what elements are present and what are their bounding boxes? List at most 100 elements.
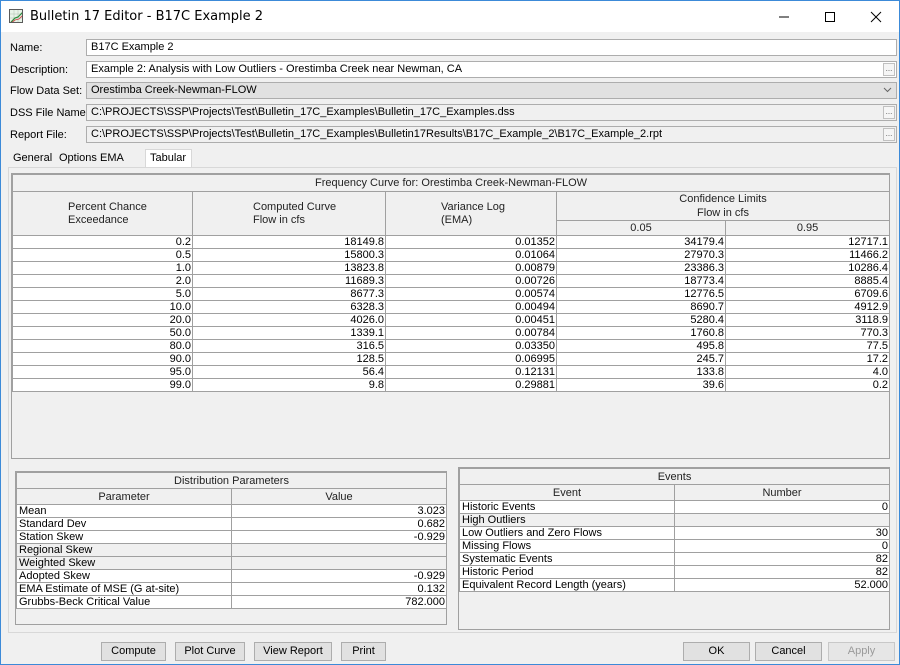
dss-file-input[interactable]: C:\PROJECTS\SSP\Projects\Test\Bulletin_1… xyxy=(86,104,897,121)
parameter-value[interactable]: -0.929 xyxy=(231,530,447,544)
minimize-button[interactable] xyxy=(761,1,807,32)
cell-var[interactable]: 0.03350 xyxy=(385,339,557,353)
parameter-value[interactable] xyxy=(231,543,447,557)
cell-pct[interactable]: 80.0 xyxy=(12,339,193,353)
cell-c05[interactable]: 245.7 xyxy=(556,352,726,366)
frequency-table-row[interactable]: 20.0 4026.0 0.00451 5280.4 3118.9 xyxy=(12,313,891,327)
events-row[interactable]: Equivalent Record Length (years) 52.000 xyxy=(459,578,891,592)
cell-pct[interactable]: 10.0 xyxy=(12,300,193,314)
distribution-row[interactable]: EMA Estimate of MSE (G at-site) 0.132 xyxy=(16,582,447,596)
cell-c05[interactable]: 133.8 xyxy=(556,365,726,379)
cell-var[interactable]: 0.01352 xyxy=(385,235,557,249)
maximize-button[interactable] xyxy=(807,1,853,32)
name-input[interactable]: B17C Example 2 xyxy=(86,39,897,56)
cell-pct[interactable]: 1.0 xyxy=(12,261,193,275)
cell-var[interactable]: 0.00451 xyxy=(385,313,557,327)
tab-tabular-results[interactable]: Tabular Results xyxy=(145,149,192,180)
description-browse-button[interactable]: ... xyxy=(883,63,895,76)
cell-c05[interactable]: 18773.4 xyxy=(556,274,726,288)
distribution-row[interactable]: Regional Skew xyxy=(16,543,447,557)
cell-var[interactable]: 0.29881 xyxy=(385,378,557,392)
frequency-table-row[interactable]: 80.0 316.5 0.03350 495.8 77.5 xyxy=(12,339,891,353)
distribution-row[interactable]: Adopted Skew -0.929 xyxy=(16,569,447,583)
flow-data-set-select[interactable]: Orestimba Creek-Newman-FLOW xyxy=(86,82,897,99)
distribution-row[interactable]: Grubbs-Beck Critical Value 782.000 xyxy=(16,595,447,609)
cell-c95[interactable]: 10286.4 xyxy=(724,261,891,275)
cell-c05[interactable]: 39.6 xyxy=(556,378,726,392)
events-row[interactable]: Systematic Events 82 xyxy=(459,552,891,566)
cell-c95[interactable]: 77.5 xyxy=(724,339,891,353)
close-button[interactable] xyxy=(853,1,899,32)
cell-c95[interactable]: 0.2 xyxy=(724,378,891,392)
col-variance-log[interactable]: Variance Log (EMA) xyxy=(385,191,557,236)
cell-flow[interactable]: 9.8 xyxy=(192,378,386,392)
description-input[interactable]: Example 2: Analysis with Low Outliers - … xyxy=(86,61,897,78)
frequency-table-row[interactable]: 10.0 6328.3 0.00494 8690.7 4912.9 xyxy=(12,300,891,314)
event-number[interactable]: 0 xyxy=(673,500,891,514)
col-value[interactable]: Value xyxy=(231,488,447,505)
cell-var[interactable]: 0.06995 xyxy=(385,352,557,366)
cell-c95[interactable]: 3118.9 xyxy=(724,313,891,327)
cell-var[interactable]: 0.00879 xyxy=(385,261,557,275)
cell-c05[interactable]: 23386.3 xyxy=(556,261,726,275)
cell-flow[interactable]: 6328.3 xyxy=(192,300,386,314)
distribution-row[interactable]: Mean 3.023 xyxy=(16,504,447,518)
cell-flow[interactable]: 1339.1 xyxy=(192,326,386,340)
cell-flow[interactable]: 18149.8 xyxy=(192,235,386,249)
parameter-value[interactable]: 782.000 xyxy=(231,595,447,609)
events-row[interactable]: High Outliers xyxy=(459,513,891,527)
events-row[interactable]: Low Outliers and Zero Flows 30 xyxy=(459,526,891,540)
cell-c95[interactable]: 4.0 xyxy=(724,365,891,379)
cell-c05[interactable]: 1760.8 xyxy=(556,326,726,340)
print-button[interactable]: Print xyxy=(341,642,386,661)
cell-flow[interactable]: 316.5 xyxy=(192,339,386,353)
parameter-value[interactable] xyxy=(231,556,447,570)
frequency-table-row[interactable]: 95.0 56.4 0.12131 133.8 4.0 xyxy=(12,365,891,379)
event-number[interactable]: 0 xyxy=(673,539,891,553)
cell-c95[interactable]: 8885.4 xyxy=(724,274,891,288)
view-report-button[interactable]: View Report xyxy=(254,642,332,661)
event-number[interactable]: 82 xyxy=(673,552,891,566)
events-row[interactable]: Historic Events 0 xyxy=(459,500,891,514)
frequency-table-row[interactable]: 0.5 15800.3 0.01064 27970.3 11466.2 xyxy=(12,248,891,262)
cell-flow[interactable]: 128.5 xyxy=(192,352,386,366)
col-confidence-005[interactable]: 0.05 xyxy=(556,220,726,236)
cell-var[interactable]: 0.01064 xyxy=(385,248,557,262)
cell-c05[interactable]: 5280.4 xyxy=(556,313,726,327)
cell-pct[interactable]: 99.0 xyxy=(12,378,193,392)
tab-ema-data[interactable]: EMA Data xyxy=(97,151,126,179)
cell-pct[interactable]: 95.0 xyxy=(12,365,193,379)
compute-button[interactable]: Compute xyxy=(101,642,166,661)
cell-c95[interactable]: 4912.9 xyxy=(724,300,891,314)
cell-pct[interactable]: 2.0 xyxy=(12,274,193,288)
tab-options[interactable]: Options xyxy=(56,151,100,167)
frequency-table-row[interactable]: 0.2 18149.8 0.01352 34179.4 12717.1 xyxy=(12,235,891,249)
col-percent-chance[interactable]: Percent Chance Exceedance xyxy=(12,191,193,236)
cancel-button[interactable]: Cancel xyxy=(755,642,822,661)
cell-var[interactable]: 0.00494 xyxy=(385,300,557,314)
col-parameter[interactable]: Parameter xyxy=(16,488,232,505)
cell-var[interactable]: 0.00574 xyxy=(385,287,557,301)
cell-pct[interactable]: 0.2 xyxy=(12,235,193,249)
tab-general[interactable]: General xyxy=(10,151,55,167)
parameter-value[interactable]: 0.132 xyxy=(231,582,447,596)
cell-flow[interactable]: 8677.3 xyxy=(192,287,386,301)
cell-var[interactable]: 0.00784 xyxy=(385,326,557,340)
distribution-row[interactable]: Standard Dev 0.682 xyxy=(16,517,447,531)
col-confidence-095[interactable]: 0.95 xyxy=(724,220,891,236)
cell-c05[interactable]: 495.8 xyxy=(556,339,726,353)
cell-c05[interactable]: 34179.4 xyxy=(556,235,726,249)
cell-c05[interactable]: 27970.3 xyxy=(556,248,726,262)
cell-flow[interactable]: 11689.3 xyxy=(192,274,386,288)
parameter-value[interactable]: 3.023 xyxy=(231,504,447,518)
cell-pct[interactable]: 5.0 xyxy=(12,287,193,301)
plot-curve-button[interactable]: Plot Curve xyxy=(175,642,245,661)
event-number[interactable] xyxy=(673,513,891,527)
cell-pct[interactable]: 90.0 xyxy=(12,352,193,366)
frequency-table-row[interactable]: 5.0 8677.3 0.00574 12776.5 6709.6 xyxy=(12,287,891,301)
cell-pct[interactable]: 20.0 xyxy=(12,313,193,327)
report-file-browse-button[interactable]: ... xyxy=(883,128,895,141)
cell-c05[interactable]: 8690.7 xyxy=(556,300,726,314)
cell-flow[interactable]: 13823.8 xyxy=(192,261,386,275)
event-number[interactable]: 82 xyxy=(673,565,891,579)
